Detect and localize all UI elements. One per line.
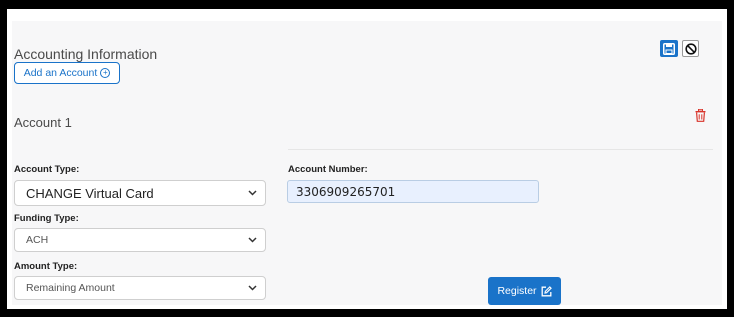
section-divider: [288, 149, 713, 150]
trash-icon: [695, 108, 705, 122]
window-frame: Accounting Information Add an Account + …: [0, 0, 734, 317]
funding-type-select[interactable]: ACH: [14, 228, 266, 252]
accounting-panel: Accounting Information Add an Account + …: [12, 21, 722, 305]
prohibited-icon: [684, 42, 697, 55]
account-number-field[interactable]: [287, 180, 539, 203]
account-type-select[interactable]: CHANGE Virtual Card: [14, 180, 266, 206]
funding-type-value: ACH: [26, 234, 49, 246]
account-number-label: Account Number:: [288, 164, 368, 175]
amount-type-value: Remaining Amount: [26, 282, 115, 294]
account-type-value: CHANGE Virtual Card: [26, 185, 154, 201]
add-account-label: Add an Account: [23, 67, 98, 79]
add-account-button[interactable]: Add an Account +: [14, 62, 120, 84]
amount-type-select[interactable]: Remaining Amount: [14, 276, 266, 300]
section-title: Accounting Information: [14, 46, 158, 62]
edit-box-icon: [541, 285, 552, 296]
chevron-down-icon: [247, 283, 257, 293]
register-button[interactable]: Register: [488, 277, 561, 305]
cancel-button[interactable]: [682, 40, 699, 57]
register-label: Register: [497, 285, 537, 297]
delete-account-button[interactable]: [694, 108, 706, 122]
plus-circle-icon: +: [100, 68, 111, 78]
chevron-down-icon: [247, 235, 257, 245]
chevron-down-icon: [247, 188, 257, 198]
amount-type-label: Amount Type:: [14, 261, 78, 272]
save-button[interactable]: [660, 40, 678, 57]
floppy-disk-icon: [663, 42, 675, 55]
funding-type-label: Funding Type:: [14, 213, 79, 224]
account-title: Account 1: [14, 115, 72, 130]
account-type-label: Account Type:: [14, 164, 80, 175]
